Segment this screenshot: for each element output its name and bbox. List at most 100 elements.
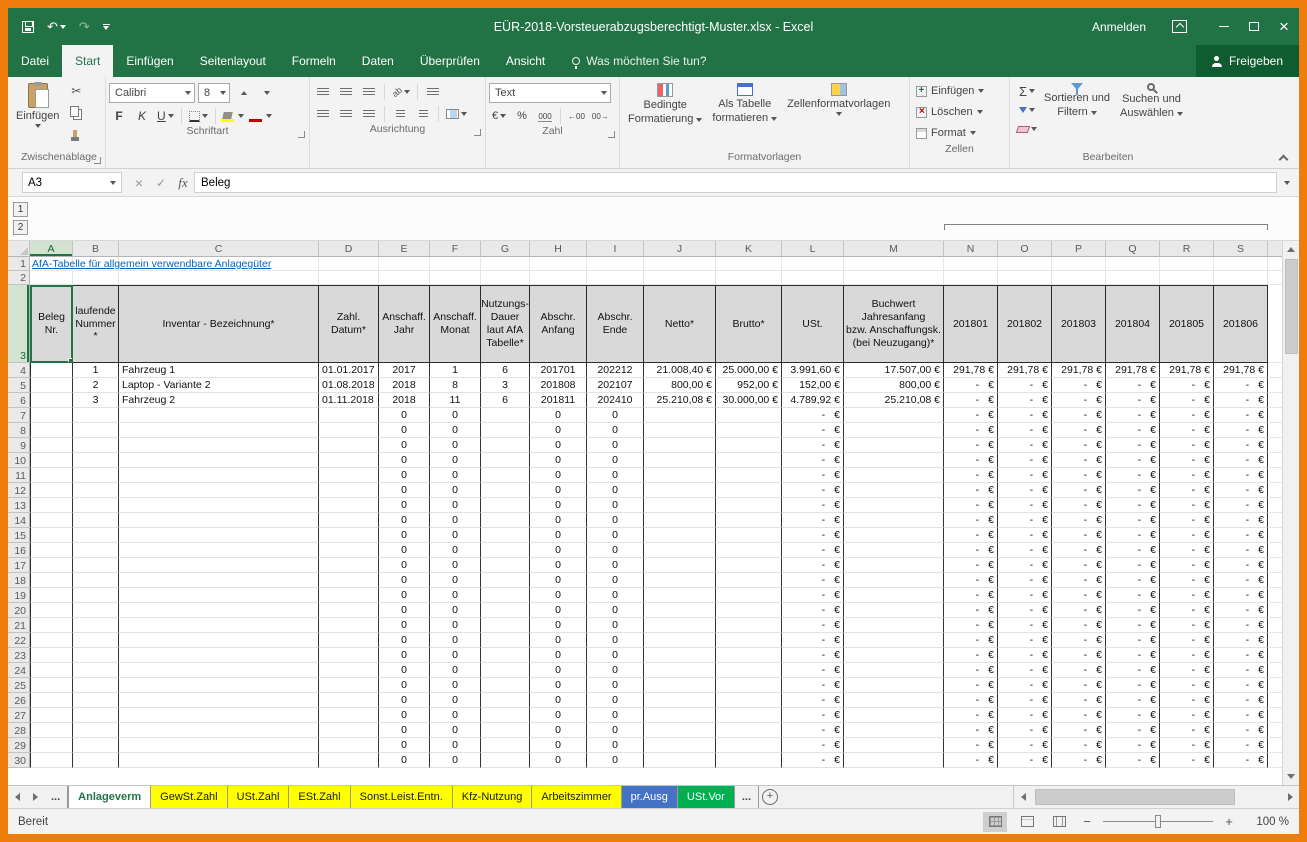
grid-cell[interactable] xyxy=(716,663,782,678)
grid-cell[interactable]: -€ xyxy=(1160,678,1214,693)
increase-decimal-button[interactable] xyxy=(566,107,587,125)
grid-cell[interactable]: -€ xyxy=(1160,618,1214,633)
sheet-tabs-overflow-left[interactable]: ... xyxy=(44,786,68,808)
grid-cell[interactable] xyxy=(1106,271,1160,285)
grid-cell[interactable]: 11 xyxy=(430,393,481,408)
column-header-M[interactable]: M xyxy=(844,241,944,257)
ribbon-tab-überprüfen[interactable]: Überprüfen xyxy=(407,45,493,77)
grid-cell[interactable]: 25.210,08 € xyxy=(644,393,716,408)
grid-cell[interactable] xyxy=(119,271,319,285)
grid-cell[interactable]: 25.210,08 € xyxy=(844,393,944,408)
grid-cell[interactable] xyxy=(319,723,379,738)
grid-cell[interactable]: 0 xyxy=(379,558,430,573)
row-header-7[interactable]: 7 xyxy=(8,408,30,423)
grid-cell[interactable] xyxy=(481,498,530,513)
grid-cell[interactable]: -€ xyxy=(944,633,998,648)
grid-cell[interactable]: 0 xyxy=(379,738,430,753)
clear-button[interactable] xyxy=(1015,120,1039,138)
grid-cell[interactable]: 0 xyxy=(379,753,430,768)
view-page-layout-button[interactable] xyxy=(1015,812,1039,832)
row-header-28[interactable]: 28 xyxy=(8,723,30,738)
sheet-tab-GewSt.Zahl[interactable]: GewSt.Zahl xyxy=(151,786,227,808)
grid-cell[interactable] xyxy=(73,693,119,708)
grid-cell[interactable] xyxy=(644,708,716,723)
redo-button[interactable] xyxy=(79,19,90,35)
grid-cell[interactable]: Anschaff. Monat xyxy=(430,285,481,363)
grid-cell[interactable]: 0 xyxy=(379,618,430,633)
enter-button[interactable] xyxy=(150,172,172,193)
grid-cell[interactable]: 952,00 € xyxy=(716,378,782,393)
grid-cell[interactable]: -€ xyxy=(782,408,844,423)
bold-button[interactable]: F xyxy=(109,107,129,125)
grid-cell[interactable] xyxy=(119,543,319,558)
grid-cell[interactable] xyxy=(73,648,119,663)
autosum-button[interactable]: Σ xyxy=(1015,82,1039,100)
outline-level-1-button[interactable]: 1 xyxy=(13,202,28,217)
grid-cell[interactable] xyxy=(30,648,73,663)
grid-cell[interactable] xyxy=(319,271,379,285)
grid-cell[interactable]: 0 xyxy=(379,648,430,663)
grid-cell[interactable]: 291,78 € xyxy=(998,363,1052,378)
grid-cell[interactable] xyxy=(73,423,119,438)
increase-font-button[interactable] xyxy=(233,84,253,102)
grid-cell[interactable] xyxy=(30,408,73,423)
grid-cell[interactable] xyxy=(844,558,944,573)
align-left-button[interactable] xyxy=(313,105,333,123)
grid-cell[interactable] xyxy=(644,271,716,285)
hscroll-right-button[interactable] xyxy=(1281,793,1299,801)
formula-input[interactable]: Beleg xyxy=(194,172,1277,193)
column-header-K[interactable]: K xyxy=(716,241,782,257)
row-header-8[interactable]: 8 xyxy=(8,423,30,438)
grid-cell[interactable] xyxy=(644,498,716,513)
grid-cell[interactable] xyxy=(644,483,716,498)
grid-cell[interactable] xyxy=(30,513,73,528)
grid-cell[interactable] xyxy=(319,453,379,468)
grid-cell[interactable] xyxy=(73,618,119,633)
grid-cell[interactable]: 0 xyxy=(587,483,644,498)
grid-cell[interactable]: 3 xyxy=(481,378,530,393)
grid-cell[interactable]: 0 xyxy=(379,723,430,738)
grid-cell[interactable] xyxy=(481,738,530,753)
grid-cell[interactable] xyxy=(481,678,530,693)
grid-cell[interactable]: Fahrzeug 2 xyxy=(119,393,319,408)
row-header-12[interactable]: 12 xyxy=(8,483,30,498)
grid-cell[interactable] xyxy=(844,693,944,708)
grid-cell[interactable]: 0 xyxy=(379,573,430,588)
grid-cell[interactable]: 201808 xyxy=(530,378,587,393)
grid-cell[interactable]: -€ xyxy=(998,483,1052,498)
grid-cell[interactable] xyxy=(481,528,530,543)
grid-cell[interactable] xyxy=(844,271,944,285)
grid-cell[interactable]: -€ xyxy=(1052,663,1106,678)
grid-cell[interactable]: 0 xyxy=(430,618,481,633)
grid-cell[interactable] xyxy=(73,678,119,693)
grid-cell[interactable]: -€ xyxy=(1052,513,1106,528)
grid-cell[interactable]: -€ xyxy=(782,468,844,483)
view-page-break-button[interactable] xyxy=(1047,812,1071,832)
grid-cell[interactable]: -€ xyxy=(1052,408,1106,423)
grid-cell[interactable]: -€ xyxy=(1160,393,1214,408)
row-header-22[interactable]: 22 xyxy=(8,633,30,648)
grid-cell[interactable]: 0 xyxy=(530,648,587,663)
grid-cell[interactable]: 0 xyxy=(587,558,644,573)
grid-cell[interactable] xyxy=(716,588,782,603)
grid-cell[interactable] xyxy=(73,633,119,648)
fill-color-button[interactable] xyxy=(221,107,246,125)
grid-cell[interactable]: 0 xyxy=(530,453,587,468)
grid-cell[interactable] xyxy=(319,618,379,633)
grid-cell[interactable] xyxy=(716,723,782,738)
grid-cell[interactable] xyxy=(481,618,530,633)
column-header-G[interactable]: G xyxy=(481,241,530,257)
find-select-button[interactable]: Suchen undAuswählen xyxy=(1115,79,1188,123)
grid-cell[interactable] xyxy=(319,693,379,708)
grid-cell[interactable] xyxy=(73,528,119,543)
grid-cell[interactable]: 0 xyxy=(587,408,644,423)
grid-cell[interactable]: 6 xyxy=(481,393,530,408)
grid-cell[interactable]: 291,78 € xyxy=(1214,363,1268,378)
grid-cell[interactable]: 0 xyxy=(430,513,481,528)
grid-cell[interactable] xyxy=(998,257,1052,271)
grid-cell[interactable]: -€ xyxy=(782,453,844,468)
grid-cell[interactable]: -€ xyxy=(1106,603,1160,618)
grid-cell[interactable] xyxy=(844,663,944,678)
grid-cell[interactable]: 8 xyxy=(430,378,481,393)
grid-cell[interactable] xyxy=(644,528,716,543)
